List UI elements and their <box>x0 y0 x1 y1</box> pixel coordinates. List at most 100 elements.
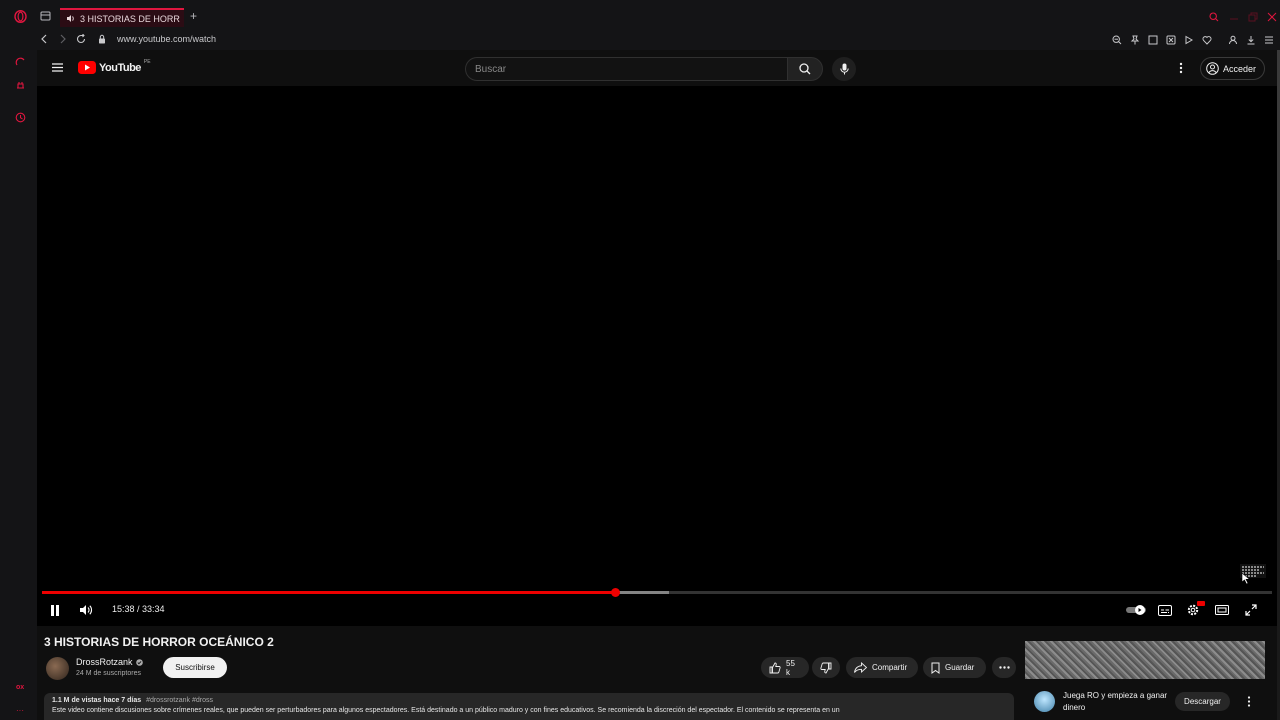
browser-sidebar: ox ··· <box>0 50 37 720</box>
guide-menu-icon[interactable] <box>52 63 63 72</box>
more-options-icon[interactable] <box>1179 62 1183 74</box>
description-box[interactable]: 1.1 M de vistas hace 7 días #drossrotzan… <box>44 693 1014 720</box>
search-input[interactable]: Buscar <box>465 57 787 81</box>
verified-icon <box>135 658 143 666</box>
adblock-icon[interactable] <box>1166 35 1176 45</box>
search-button[interactable] <box>787 57 823 81</box>
extension-icon[interactable] <box>15 80 26 91</box>
autoplay-icon <box>1126 605 1146 615</box>
share-icon <box>854 662 867 673</box>
mute-button[interactable] <box>76 600 96 620</box>
search-tabs-icon[interactable] <box>1209 12 1219 22</box>
tab-active[interactable]: 3 HISTORIAS DE HORR <box>60 8 184 27</box>
ad-text[interactable]: Juega RO y empieza a ganar dinero <box>1063 690 1168 714</box>
dislike-button[interactable] <box>812 657 840 678</box>
zoom-icon[interactable] <box>1112 35 1122 45</box>
restore-icon[interactable] <box>1248 12 1258 22</box>
snapshot-icon[interactable] <box>1148 35 1158 45</box>
video-title: 3 HISTORIAS DE HORROR OCEÁNICO 2 <box>44 635 274 649</box>
youtube-region-label: PE <box>143 59 151 65</box>
back-icon[interactable] <box>40 34 49 44</box>
bookmark-icon <box>931 662 940 674</box>
like-button[interactable]: 55 k <box>761 657 809 678</box>
youtube-logo-text: YouTube <box>99 61 141 74</box>
download-icon[interactable] <box>1246 35 1256 45</box>
signin-button[interactable]: Acceder <box>1200 57 1265 80</box>
channel-name-text: DrossRotzank <box>76 657 133 667</box>
reload-icon[interactable] <box>76 34 86 44</box>
fullscreen-icon <box>1245 604 1257 616</box>
theater-icon <box>1215 605 1229 615</box>
subscribe-button[interactable]: Suscribirse <box>163 657 227 678</box>
progress-scrubber[interactable] <box>611 588 621 597</box>
youtube-header: YouTube PE Buscar Acceder <box>37 50 1277 86</box>
ad-logo[interactable] <box>1034 691 1055 712</box>
autoplay-toggle[interactable] <box>1126 600 1146 620</box>
fullscreen-button[interactable] <box>1241 600 1261 620</box>
ad-download-button[interactable]: Descargar <box>1175 692 1230 711</box>
youtube-logo[interactable]: YouTube PE <box>78 59 151 74</box>
more-horizontal-icon <box>998 666 1010 669</box>
thumbs-up-icon <box>769 662 781 674</box>
youtube-play-logo-icon <box>78 61 96 74</box>
microphone-icon <box>839 63 849 75</box>
description-meta-row: 1.1 M de vistas hace 7 días #drossrotzan… <box>52 697 1006 704</box>
ad-row: Juega RO y empieza a ganar dinero Descar… <box>1025 683 1265 720</box>
mouse-cursor-icon <box>1241 572 1251 585</box>
video-player[interactable]: 15:38 / 33:34 <box>37 86 1277 626</box>
theater-mode-button[interactable] <box>1212 600 1232 620</box>
time-display: 15:38 / 33:34 <box>112 604 165 614</box>
settings-button[interactable] <box>1183 600 1205 620</box>
minimize-icon[interactable] <box>1229 12 1239 22</box>
gear-icon <box>1186 601 1205 617</box>
view-count-date: 1.1 M de vistas hace 7 días <box>52 697 142 704</box>
thumbs-down-icon <box>820 662 832 674</box>
description-text: Este video contiene discusiones sobre cr… <box>52 707 840 714</box>
heart-icon[interactable] <box>1202 35 1212 45</box>
signin-label: Acceder <box>1223 63 1257 74</box>
voice-search-button[interactable] <box>832 57 856 81</box>
speaker-icon[interactable] <box>66 14 75 23</box>
subtitles-button[interactable] <box>1155 600 1175 620</box>
url-field[interactable]: www.youtube.com/watch <box>117 34 216 44</box>
share-label: Compartir <box>872 663 908 672</box>
hashtags[interactable]: #drossrotzank #dross <box>146 697 213 704</box>
progress-bar[interactable] <box>42 588 1272 597</box>
history-icon[interactable] <box>15 112 26 123</box>
pause-icon <box>50 604 60 616</box>
browser-tab-bar: 3 HISTORIAS DE HORR + <box>0 0 1280 30</box>
new-tab-icon[interactable]: + <box>190 10 197 22</box>
ad-more-icon[interactable] <box>1247 696 1251 707</box>
close-window-icon[interactable] <box>1267 12 1277 22</box>
menu-lines-icon[interactable] <box>1264 35 1274 45</box>
account-icon[interactable] <box>1228 35 1238 45</box>
opera-logo-icon[interactable] <box>14 10 27 23</box>
pin-icon[interactable] <box>1130 35 1140 45</box>
save-button[interactable]: Guardar <box>923 657 986 678</box>
progress-played <box>42 591 616 594</box>
save-label: Guardar <box>945 663 975 672</box>
channel-name[interactable]: DrossRotzank <box>76 657 143 667</box>
search-icon <box>799 63 811 75</box>
avatar[interactable] <box>46 657 69 680</box>
more-actions-button[interactable] <box>992 657 1016 678</box>
user-circle-icon <box>1206 62 1219 75</box>
tab-title: 3 HISTORIAS DE HORR <box>80 13 180 24</box>
pause-button[interactable] <box>45 600 65 620</box>
subtitles-icon <box>1158 604 1172 616</box>
sidebar-more-icon[interactable]: ··· <box>16 706 24 715</box>
like-count: 55 k <box>786 658 795 677</box>
ad-banner-image[interactable] <box>1025 641 1265 679</box>
browser-address-bar: www.youtube.com/watch <box>0 30 1280 50</box>
share-button[interactable]: Compartir <box>846 657 918 678</box>
sidebar-bottom-label[interactable]: ox <box>16 684 24 691</box>
aria-icon[interactable] <box>15 56 26 67</box>
hd-badge <box>1197 601 1205 606</box>
tab-manager-icon[interactable] <box>40 11 51 21</box>
video-popout-icon[interactable] <box>1184 35 1194 45</box>
lock-icon[interactable] <box>98 34 106 44</box>
volume-icon <box>79 604 93 616</box>
youtube-page: YouTube PE Buscar Acceder 15:38 / 33:34 … <box>37 50 1277 720</box>
forward-icon[interactable] <box>58 34 67 44</box>
subscriber-count: 24 M de suscriptores <box>76 670 141 677</box>
